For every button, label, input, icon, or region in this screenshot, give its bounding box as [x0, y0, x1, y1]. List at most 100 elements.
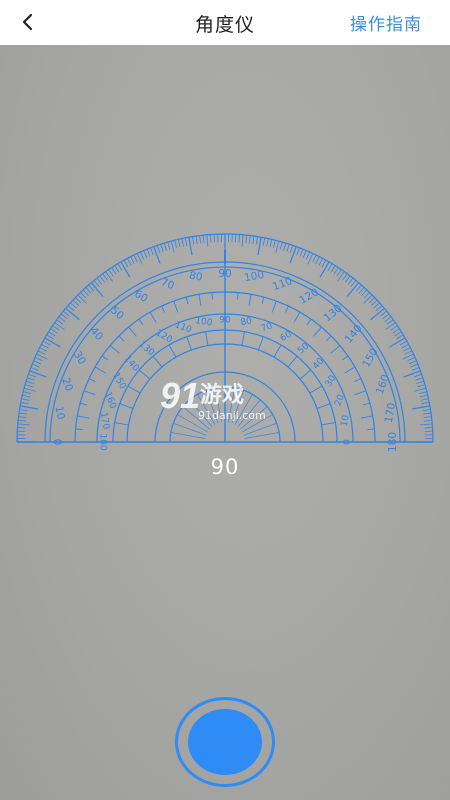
protractor-tick	[346, 282, 360, 297]
protractor-tick	[168, 344, 177, 358]
protractor-tick	[336, 269, 342, 277]
protractor-tick	[138, 318, 144, 326]
outer-scale-label: 100	[243, 269, 265, 284]
protractor-tick	[114, 422, 129, 426]
protractor-tick	[408, 360, 417, 365]
protractor-tick	[412, 405, 430, 410]
protractor-tick	[420, 398, 429, 401]
protractor-tick	[70, 302, 77, 309]
outer-scale-label: 0	[51, 439, 63, 446]
protractor-tick	[23, 387, 36, 392]
protractor-tick	[123, 259, 129, 268]
protractor-tick	[65, 307, 80, 321]
protractor-tick	[407, 357, 416, 362]
capture-button-icon	[188, 709, 262, 775]
inner-scale-label: 160	[102, 391, 117, 411]
protractor-tick	[399, 340, 408, 346]
protractor-tick	[363, 294, 373, 304]
protractor-tick	[119, 403, 134, 409]
inner-scale-label: 0	[343, 439, 353, 445]
protractor-tick	[160, 244, 164, 252]
protractor-tick	[367, 428, 375, 430]
inner-scale-label: 20	[333, 393, 346, 407]
inner-scale-label: 180	[98, 433, 108, 450]
top-bar: 角度仪 操作指南	[0, 0, 450, 45]
protractor-tick	[210, 234, 212, 243]
protractor-tick	[20, 401, 29, 405]
protractor-tick	[318, 258, 324, 266]
protractor-tick	[88, 378, 96, 382]
protractor-tick	[50, 328, 58, 334]
inner-scale-label: 40	[311, 356, 326, 371]
protractor-tick	[205, 331, 209, 346]
protractor-tick	[370, 299, 378, 306]
protractor-tick	[140, 251, 145, 260]
protractor-tick	[99, 275, 105, 283]
protractor-tick	[42, 340, 51, 346]
outer-scale-label: 40	[87, 325, 105, 343]
protractor-tick	[63, 310, 70, 317]
outer-scale-label: 150	[360, 346, 380, 369]
protractor-tick	[293, 311, 301, 323]
outer-scale-label: 80	[188, 269, 203, 283]
protractor-tick	[306, 318, 312, 326]
inner-scale-label: 120	[154, 328, 174, 345]
protractor-tick	[327, 263, 333, 271]
angle-reading: 90	[210, 455, 240, 479]
protractor-tick	[370, 307, 385, 321]
protractor-tick	[88, 284, 95, 292]
protractor-spoke	[173, 422, 207, 436]
protractor-tick	[25, 380, 34, 384]
protractor-tick	[24, 384, 33, 388]
protractor-tick	[27, 377, 35, 381]
protractor-tick	[315, 256, 320, 264]
protractor-tick	[75, 297, 82, 304]
protractor-tick	[421, 401, 430, 405]
protractor-tick	[283, 242, 287, 251]
protractor-tick	[94, 366, 106, 374]
protractor-tick	[77, 415, 90, 419]
protractor-tick	[312, 254, 317, 263]
protractor-tick	[258, 336, 264, 351]
protractor-tick	[143, 250, 148, 259]
protractor-tick	[424, 427, 433, 429]
protractor-tick	[345, 275, 351, 283]
protractor-tick	[390, 325, 398, 331]
protractor-tick	[118, 335, 125, 342]
protractor-tick	[403, 370, 421, 378]
protractor-tick	[33, 360, 42, 365]
protractor-tick	[423, 416, 432, 419]
operation-guide-link[interactable]: 操作指南	[350, 10, 422, 35]
outer-scale-label: 20	[59, 376, 75, 393]
protractor-tick	[211, 292, 213, 300]
protractor-tick	[238, 234, 240, 243]
protractor-tick	[184, 237, 188, 246]
protractor-tick	[299, 248, 304, 257]
protractor-tick	[31, 363, 40, 368]
protractor-tick	[181, 238, 184, 247]
protractor-tick	[273, 344, 282, 358]
protractor-tick	[422, 412, 432, 415]
protractor-spoke	[205, 390, 219, 424]
protractor-tick	[108, 269, 114, 277]
protractor-tick	[109, 345, 120, 354]
protractor-overlay[interactable]: 010203040506070 80 90 100 110120130140150160…	[0, 0, 450, 800]
protractor-tick	[321, 259, 327, 268]
outer-scale-label: 50	[108, 304, 126, 322]
protractor-tick	[319, 261, 330, 278]
protractor-tick	[75, 428, 83, 430]
protractor-tick	[79, 402, 87, 406]
protractor-tick	[272, 240, 276, 249]
protractor-tick	[96, 277, 103, 285]
protractor-tick	[418, 391, 427, 395]
capture-button[interactable]	[175, 697, 275, 787]
protractor-tick	[266, 238, 269, 247]
protractor-spoke	[170, 432, 206, 439]
protractor-tick	[153, 246, 161, 264]
protractor-spoke	[215, 387, 222, 423]
protractor-tick	[161, 305, 165, 313]
protractor-tick	[72, 299, 80, 306]
protractor-tick	[347, 277, 354, 285]
outer-scale-label: 160	[374, 373, 392, 396]
protractor-tick	[373, 302, 380, 309]
